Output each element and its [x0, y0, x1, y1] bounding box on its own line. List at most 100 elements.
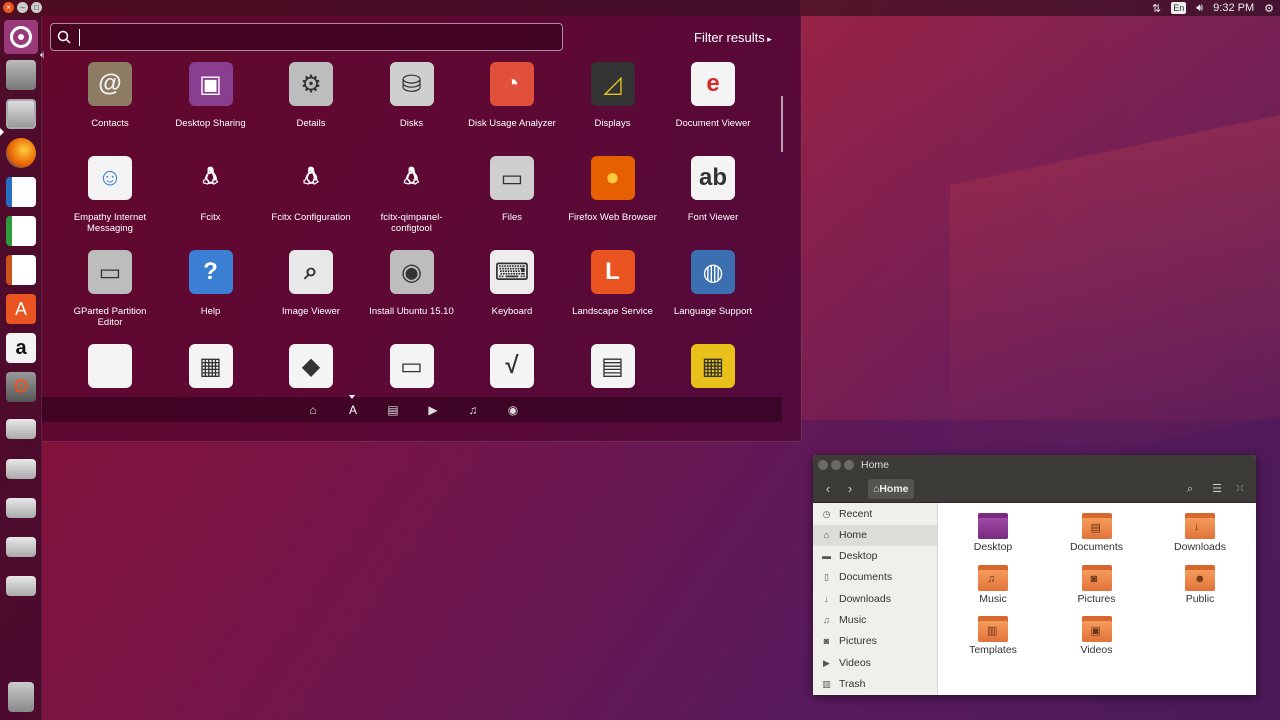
sidebar-item-downloads[interactable]: ↓ Downloads — [813, 589, 937, 610]
window-titlebar[interactable]: Home — [813, 455, 1256, 475]
app-font-viewer[interactable]: ab Font Viewer — [663, 150, 760, 223]
minimize-button[interactable] — [831, 460, 841, 470]
image-viewer-icon: ⌕ — [289, 250, 333, 294]
maximize-button[interactable]: □ — [31, 2, 42, 13]
ubuntu-dash-button[interactable] — [4, 20, 38, 54]
sidebar-item-label: Desktop — [839, 550, 878, 563]
dash-overlay: Filter results @ Contacts ▣ Desktop Sharing… — [42, 16, 802, 442]
drive-icon — [6, 459, 36, 479]
launcher-drive-1[interactable] — [4, 412, 38, 446]
forward-button[interactable]: › — [841, 480, 859, 498]
maximize-button[interactable] — [844, 460, 854, 470]
app-language-support[interactable]: ◍ Language Support — [663, 244, 760, 317]
app-mahjongg[interactable]: ▦ — [663, 338, 760, 400]
app-fcitx-config[interactable]: 🐧︎ Fcitx Configuration — [261, 150, 361, 224]
app-label: Files — [501, 212, 523, 223]
launcher-drive-5[interactable] — [4, 569, 38, 603]
app-displays[interactable]: ◿ Displays — [563, 56, 663, 129]
sidebar-item-pictures[interactable]: ◙ Pictures — [813, 631, 937, 652]
folder-view: Desktop ▤ Documents ↓ Downloads ♫ Music ◙ Pictur… — [938, 503, 1256, 695]
gear-icon[interactable]: ⚙ — [1264, 2, 1274, 15]
launcher-firefox[interactable] — [4, 136, 38, 170]
app-contacts[interactable]: @ Contacts — [60, 56, 160, 129]
photo-lens-icon[interactable]: ◉ — [505, 402, 521, 418]
folder-pictures[interactable]: ◙ Pictures — [1057, 564, 1137, 605]
folder-desktop[interactable]: Desktop — [953, 513, 1033, 553]
minimize-button[interactable]: – — [17, 2, 28, 13]
app-image-viewer[interactable]: ⌕ Image Viewer — [261, 244, 361, 317]
app-disk-usage[interactable]: ◔ Disk Usage Analyzer — [462, 56, 562, 129]
sidebar-item-videos[interactable]: ▶ Videos — [813, 653, 937, 674]
search-icon[interactable]: ⌕ — [1182, 481, 1198, 497]
files-lens-icon[interactable]: ▤ — [385, 402, 401, 418]
folder-videos[interactable]: ▣ Videos — [1057, 616, 1137, 656]
filter-results-button[interactable]: Filter results — [694, 30, 772, 45]
launcher-settings[interactable]: ⚙ — [4, 370, 38, 404]
breadcrumb-home[interactable]: ⌂Home — [868, 479, 914, 499]
sidebar-item-home[interactable]: ⌂ Home — [813, 524, 937, 546]
app-libreoffice[interactable] — [60, 338, 160, 400]
sidebar-item-desktop[interactable]: ▬ Desktop — [813, 546, 937, 567]
app-firefox[interactable]: ● Firefox Web Browser — [563, 150, 663, 223]
app-fcitx[interactable]: 🐧︎ Fcitx — [161, 150, 261, 224]
folder-public[interactable]: ☻ Public — [1160, 564, 1240, 605]
app-files[interactable]: ▭ Files — [462, 150, 562, 223]
app-keyboard[interactable]: ⌨ Keyboard — [462, 244, 562, 317]
app-libreoffice-calc[interactable]: ▦ — [161, 338, 261, 400]
video-lens-icon[interactable]: ▶ — [425, 402, 441, 418]
app-gparted[interactable]: ▭ GParted Partition Editor — [60, 244, 160, 328]
app-install-ubuntu[interactable]: ◉ Install Ubuntu 15.10 — [362, 244, 462, 317]
back-button[interactable]: ‹ — [819, 480, 837, 498]
music-lens-icon[interactable]: ♫ — [465, 402, 481, 418]
list-view-icon[interactable]: ☰ — [1209, 481, 1225, 497]
volume-icon[interactable]: 🔊︎ — [1196, 2, 1203, 15]
close-button[interactable]: × — [3, 2, 14, 13]
app-desktop-sharing[interactable]: ▣ Desktop Sharing — [161, 56, 261, 129]
home-lens-icon[interactable]: ⌂ — [305, 402, 321, 418]
launcher-impress[interactable] — [4, 253, 38, 287]
launcher-drive-2[interactable] — [4, 452, 38, 486]
app-disks[interactable]: ⛁ Disks — [362, 56, 462, 129]
launcher-calc[interactable] — [4, 214, 38, 248]
sidebar-item-documents[interactable]: ▯ Documents — [813, 567, 937, 588]
dash-search-input[interactable] — [50, 23, 563, 51]
app-empathy[interactable]: ☺ Empathy Internet Messaging — [60, 150, 160, 234]
app-libreoffice-writer[interactable]: ▤ — [563, 338, 663, 400]
app-label: Fcitx Configuration — [271, 212, 351, 223]
folder-templates[interactable]: ▥ Templates — [953, 616, 1033, 656]
file-manager-toolbar: ‹ › ⌂Home ⌕ ☰ ⁙ — [813, 475, 1256, 503]
app-document-viewer[interactable]: e Document Viewer — [663, 56, 760, 129]
app-help[interactable]: ? Help — [161, 244, 261, 317]
app-libreoffice-draw[interactable]: ◆ — [261, 338, 361, 400]
launcher-software[interactable]: A — [4, 292, 38, 326]
network-icon[interactable]: ⇅ — [1152, 2, 1161, 15]
sidebar-item-trash[interactable]: ▥ Trash — [813, 674, 937, 695]
app-libreoffice-impress[interactable]: ▭ — [362, 338, 462, 400]
launcher-drive-3[interactable] — [4, 491, 38, 525]
app-fcitx-qimpanel[interactable]: 🐧︎ fcitx-qimpanel-configtool — [362, 150, 462, 235]
launcher-drive-4[interactable] — [4, 530, 38, 564]
gparted-icon: ▭ — [88, 250, 132, 294]
dash-scrollbar[interactable] — [781, 96, 783, 152]
folder-downloads[interactable]: ↓ Downloads — [1160, 513, 1240, 553]
launcher-installer[interactable] — [4, 58, 38, 92]
language-support-icon: ◍ — [691, 250, 735, 294]
app-libreoffice-math[interactable]: √ — [462, 338, 562, 400]
sidebar-item-music[interactable]: ♫ Music — [813, 610, 937, 631]
folder-documents[interactable]: ▤ Documents — [1057, 513, 1137, 553]
launcher-writer[interactable] — [4, 175, 38, 209]
launcher-files[interactable] — [4, 97, 38, 131]
keyboard-layout-indicator[interactable]: En — [1171, 2, 1187, 14]
applications-lens-icon[interactable]: A — [345, 402, 361, 418]
app-landscape[interactable]: L Landscape Service — [563, 244, 663, 317]
clock[interactable]: 9:32 PM — [1213, 2, 1254, 14]
sidebar-item-recent[interactable]: ◷ Recent — [813, 504, 937, 525]
launcher-amazon[interactable]: a — [4, 331, 38, 365]
grid-view-icon[interactable]: ⁙ — [1232, 481, 1248, 497]
disk-usage-icon: ◔ — [490, 62, 534, 106]
close-button[interactable] — [818, 460, 828, 470]
launcher-trash[interactable] — [4, 680, 38, 714]
app-details[interactable]: ⚙ Details — [261, 56, 361, 129]
sidebar-item-label: Music — [839, 614, 867, 626]
folder-music[interactable]: ♫ Music — [953, 564, 1033, 605]
